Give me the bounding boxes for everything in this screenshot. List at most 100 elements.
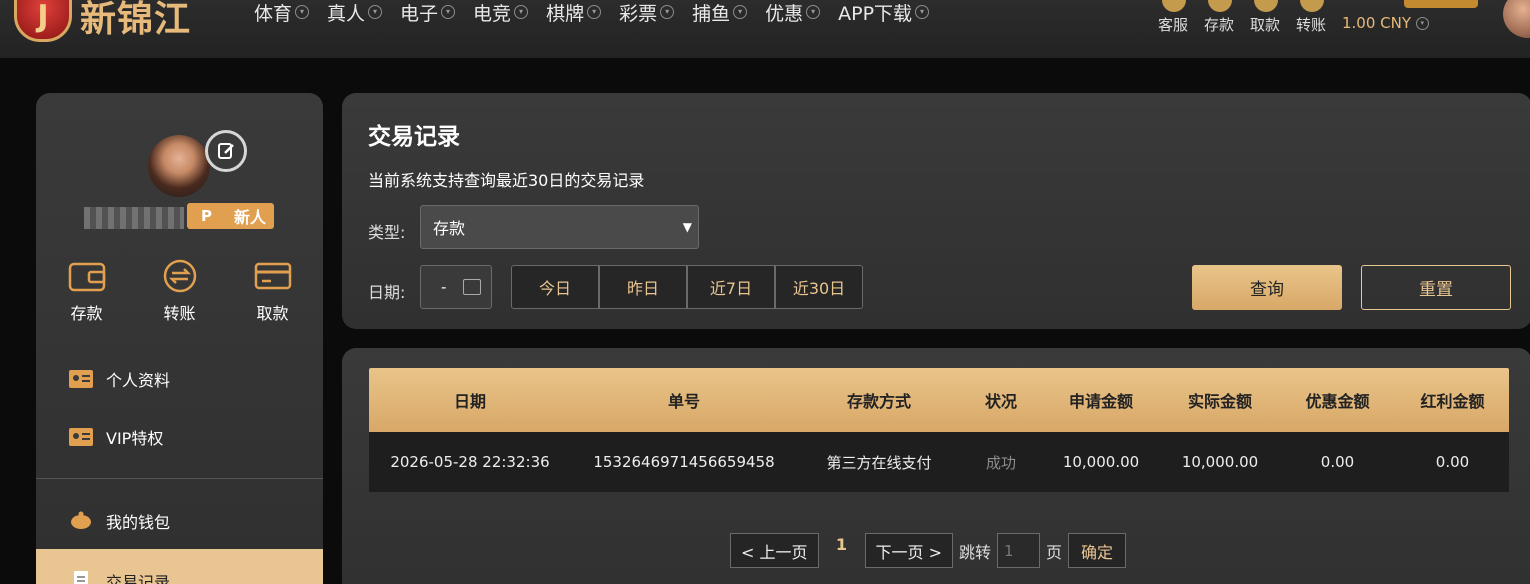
top-bar: J 新锦江 体育 ▾ 真人 ▾ 电子 ▾ 电竞 ▾ 棋牌 ▾ 彩票 ▾ 捕鱼 ▾ 优惠 ▾ AP… (0, 0, 1530, 58)
chevron-down-icon: ▾ (806, 5, 821, 19)
header-transfer-button[interactable]: 转账 (1288, 0, 1334, 35)
type-select[interactable]: 存款 ▼ (420, 205, 699, 249)
sidebar-item-wallet[interactable]: 我的钱包 (36, 501, 323, 541)
deposit-button[interactable]: 存款 (47, 258, 127, 324)
column-header: 存款方式 (846, 392, 911, 411)
filter-panel: 交易记录 当前系统支持查询最近30日的交易记录 类型: 存款 ▼ 日期: - 今… (342, 93, 1530, 329)
nav-item-cards[interactable]: 棋牌 ▾ (546, 0, 602, 25)
username-blurred (84, 207, 184, 229)
chat-icon (1162, 0, 1186, 12)
balance-display[interactable]: 1.00 CNY ▾ (1342, 14, 1429, 32)
prev-page-button[interactable]: < 上一页 (730, 533, 819, 568)
document-icon (74, 571, 88, 584)
transfer-icon (163, 259, 196, 293)
deposit-icon (1208, 0, 1232, 12)
page-jump-input[interactable]: 1 (997, 533, 1041, 568)
nav-item-app-download[interactable]: APP下载 ▾ (838, 0, 930, 25)
calendar-icon (463, 279, 481, 295)
reset-button[interactable]: 重置 (1361, 265, 1511, 310)
column-header: 红利金额 (1420, 392, 1485, 411)
table-cell: 0.00 (1320, 453, 1355, 471)
column-header: 单号 (667, 392, 700, 411)
id-card-icon (69, 428, 93, 446)
page-title: 交易记录 (368, 124, 460, 150)
card-icon (254, 262, 291, 290)
quick-range-buttons: 今日 昨日 近7日 近30日 (511, 265, 863, 309)
edit-profile-button[interactable] (205, 130, 247, 172)
table-cell: 0.00 (1435, 453, 1470, 471)
table-cell: 第三方在线支付 (826, 453, 932, 472)
query-range-note: 当前系统支持查询最近30日的交易记录 (368, 171, 645, 190)
nav-item-live[interactable]: 真人 ▾ (327, 0, 383, 25)
sidebar-divider (36, 478, 323, 479)
nav-item-esports[interactable]: 电竞 ▾ (473, 0, 529, 25)
jump-label: 跳转 (959, 542, 992, 562)
transfer-button[interactable]: 转账 (140, 258, 220, 324)
next-page-button[interactable]: 下一页 > (864, 533, 953, 568)
chevron-down-icon: ▾ (660, 5, 675, 19)
chevron-down-icon: ▾ (1415, 17, 1429, 30)
nav-item-slots[interactable]: 电子 ▾ (400, 0, 456, 25)
avatar (148, 135, 210, 197)
column-header: 实际金额 (1187, 392, 1252, 411)
header-withdraw-button[interactable]: 取款 (1242, 0, 1288, 35)
pagination: < 上一页 1 下一页 > 跳转 1 页 确定 (730, 533, 1127, 568)
piggy-bank-icon (71, 511, 91, 529)
header-deposit-button[interactable]: 存款 (1196, 0, 1242, 35)
date-label: 日期: (368, 283, 406, 302)
chevron-down-icon: ▼ (682, 220, 692, 234)
customer-service-button[interactable]: 客服 (1150, 0, 1196, 35)
chevron-down-icon: ▾ (514, 5, 529, 19)
query-button[interactable]: 查询 (1192, 265, 1342, 310)
wallet-icon (68, 262, 105, 292)
nav-item-promotions[interactable]: 优惠 ▾ (765, 0, 821, 25)
table-cell: 1532646971456659458 (593, 453, 775, 471)
edit-icon (218, 143, 234, 159)
table-header: 日期 单号 存款方式 状况 申请金额 实际金额 优惠金额 红利金额 (369, 368, 1509, 432)
withdraw-icon (1254, 0, 1278, 12)
sidebar-item-profile[interactable]: 个人资料 (36, 359, 323, 399)
header-tools: 客服 存款 取款 转账 (1150, 0, 1334, 35)
table-row: 2026-05-28 22:32:36 1532646971456659458 … (369, 432, 1509, 492)
account-sidebar: P 新人 存款 转账 取款 个人资料 VIP特权 我的钱包 交易记录 (36, 93, 323, 584)
status-cell: 成功 (985, 453, 1016, 472)
sidebar-item-transactions[interactable]: 交易记录 (36, 549, 323, 584)
column-header: 日期 (453, 392, 486, 411)
chevron-down-icon: ▾ (733, 5, 748, 19)
type-label: 类型: (368, 223, 406, 242)
brand-logo[interactable]: J 新锦江 (14, 0, 191, 42)
range-yesterday-button[interactable]: 昨日 (599, 265, 687, 309)
page-jump-confirm-button[interactable]: 确定 (1068, 533, 1127, 568)
nav-item-fishing[interactable]: 捕鱼 ▾ (692, 0, 748, 25)
chevron-down-icon: ▾ (295, 5, 310, 19)
main-nav: 体育 ▾ 真人 ▾ 电子 ▾ 电竞 ▾ 棋牌 ▾ 彩票 ▾ 捕鱼 ▾ 优惠 ▾ APP下载 ▾ (254, 0, 947, 25)
page-unit-label: 页 (1046, 542, 1063, 562)
chevron-down-icon: ▾ (587, 5, 602, 19)
range-7days-button[interactable]: 近7日 (687, 265, 775, 309)
sidebar-item-vip[interactable]: VIP特权 (36, 417, 323, 457)
table-cell: 10,000.00 (1181, 453, 1259, 471)
results-panel: 日期 单号 存款方式 状况 申请金额 实际金额 优惠金额 红利金额 2026-0… (342, 348, 1530, 584)
range-30days-button[interactable]: 近30日 (775, 265, 863, 309)
current-page[interactable]: 1 (819, 535, 865, 554)
transfer-icon (1300, 0, 1324, 12)
range-today-button[interactable]: 今日 (511, 265, 599, 309)
chevron-down-icon: ▾ (915, 5, 930, 19)
chevron-down-icon: ▾ (441, 5, 456, 19)
quick-actions: 存款 转账 取款 (36, 258, 323, 324)
nav-item-lottery[interactable]: 彩票 ▾ (619, 0, 675, 25)
table-cell: 10,000.00 (1062, 453, 1140, 471)
date-range-input[interactable]: - (420, 265, 492, 309)
id-card-icon (69, 370, 93, 388)
transaction-table: 日期 单号 存款方式 状况 申请金额 实际金额 优惠金额 红利金额 2026-0… (369, 368, 1509, 492)
column-header: 优惠金额 (1305, 392, 1370, 411)
nav-item-sports[interactable]: 体育 ▾ (254, 0, 310, 25)
logo-emblem-icon: J (14, 0, 72, 42)
header-avatar[interactable] (1503, 0, 1530, 38)
withdraw-button[interactable]: 取款 (233, 258, 313, 324)
column-header: 状况 (984, 392, 1017, 411)
header-username (1340, 0, 1402, 4)
table-cell: 2026-05-28 22:32:36 (390, 453, 550, 471)
column-header: 申请金额 (1068, 392, 1133, 411)
vip-level-badge: P 新人 (187, 203, 274, 229)
